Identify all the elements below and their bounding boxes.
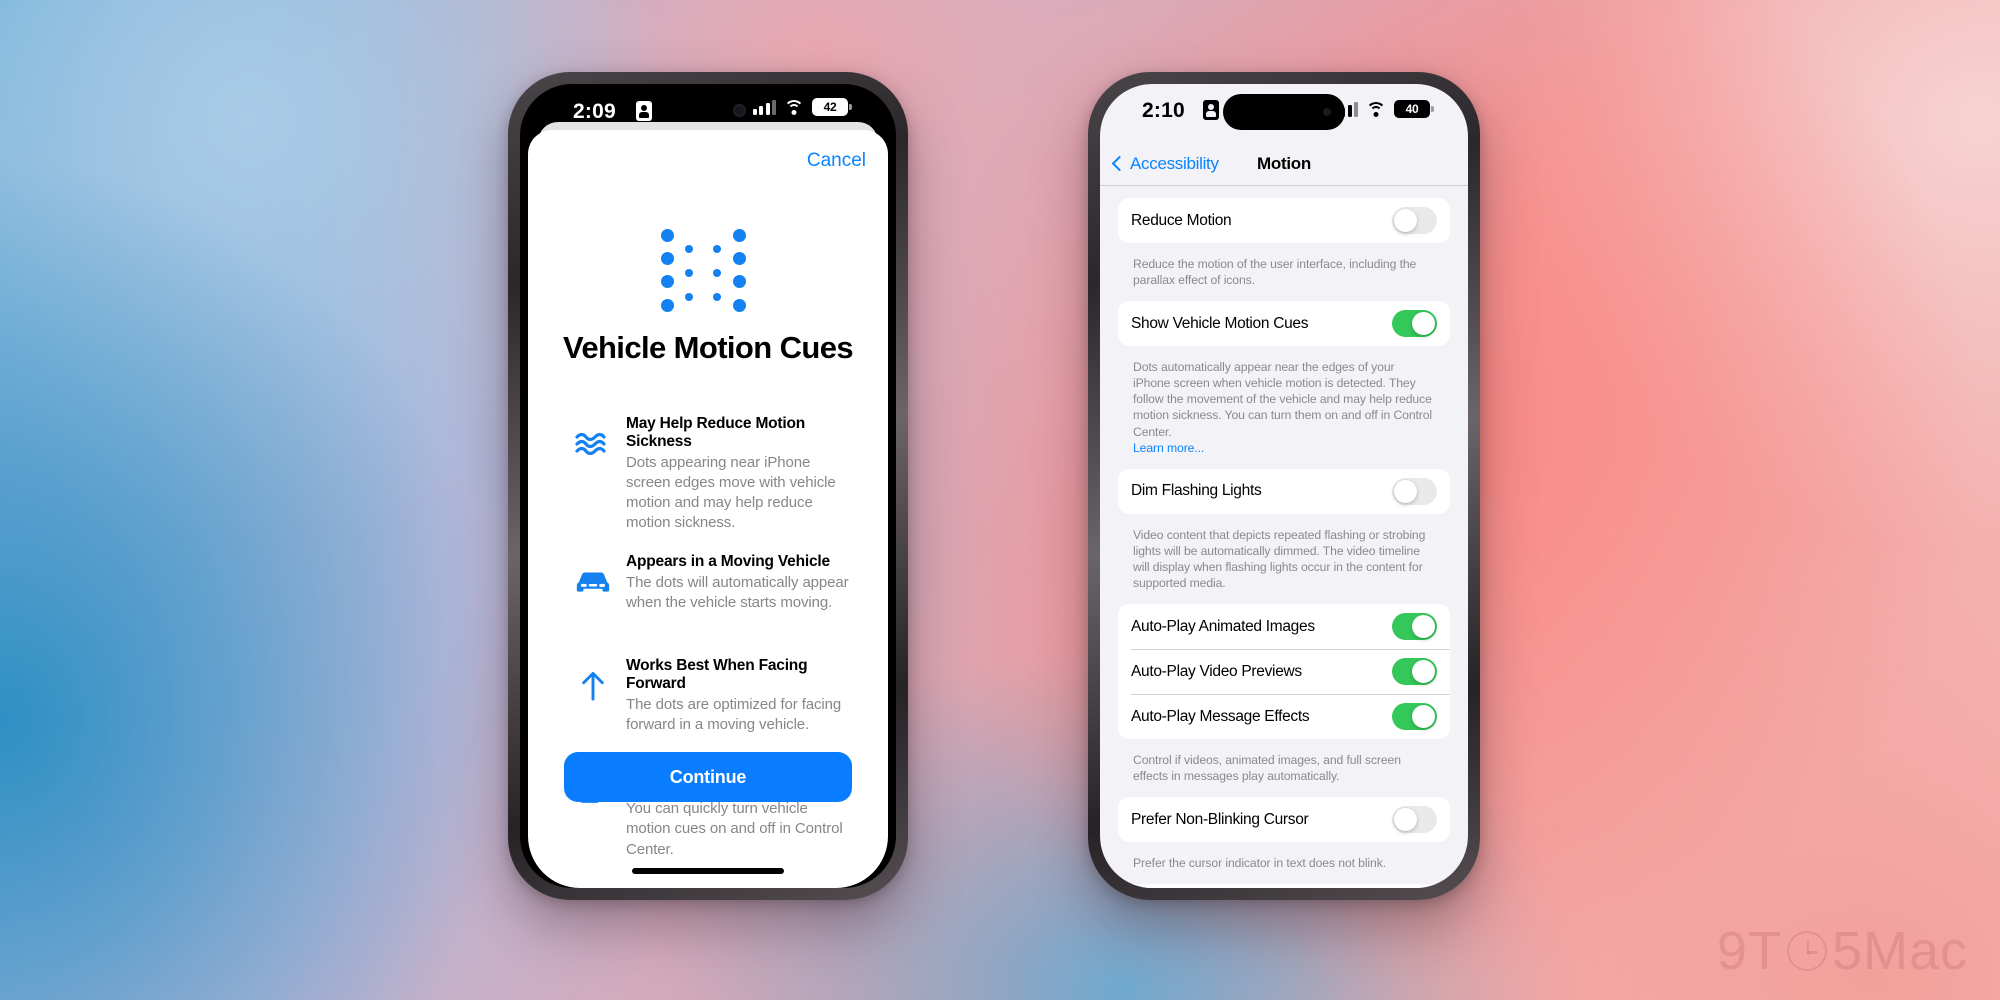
settings-group: Limit Frame Rate xyxy=(1118,884,1450,888)
feature-body: The dots will automatically appear when … xyxy=(626,574,849,612)
settings-footnote: Control if videos, animated images, and … xyxy=(1118,746,1450,797)
settings-row[interactable]: Show Vehicle Motion Cues xyxy=(1118,301,1450,346)
settings-row[interactable]: Dim Flashing Lights xyxy=(1118,469,1450,514)
settings-row[interactable]: Auto-Play Animated Images xyxy=(1118,604,1450,649)
settings-footnote-text: Control if videos, animated images, and … xyxy=(1133,753,1401,784)
watermark-9to5mac: 9T 5Mac xyxy=(1717,920,1968,982)
back-button[interactable]: Accessibility xyxy=(1111,153,1219,174)
feature-body: You can quickly turn vehicle motion cues… xyxy=(626,800,843,858)
settings-footnote-text: Reduce the motion of the user interface,… xyxy=(1133,257,1417,288)
battery-icon: 40 xyxy=(1394,100,1434,118)
toggle-switch[interactable] xyxy=(1392,703,1437,731)
toggle-switch[interactable] xyxy=(1392,806,1437,834)
battery-icon: 42 xyxy=(812,98,852,116)
feature-title: Works Best When Facing Forward xyxy=(626,657,808,693)
toggle-switch[interactable] xyxy=(1392,310,1437,338)
toggle-switch[interactable] xyxy=(1392,477,1437,505)
settings-row[interactable]: Prefer Non-Blinking Cursor xyxy=(1118,797,1450,842)
watermark-prefix: 9T xyxy=(1716,921,1782,981)
iphone-left-device: 2:09 42 Cancel Vehicle Motion Cues May H… xyxy=(508,72,908,900)
car-icon xyxy=(574,563,612,601)
battery-percent-label: 42 xyxy=(823,100,837,114)
settings-footnote: Video content that depicts repeated flas… xyxy=(1118,521,1450,604)
home-indicator[interactable] xyxy=(632,868,784,874)
settings-motion-screen: 2:10 40 Accessibility Motion Reduce Moti… xyxy=(1100,84,1468,888)
settings-list[interactable]: Reduce Motion Reduce the motion of the us… xyxy=(1100,186,1468,888)
waves-icon xyxy=(574,425,612,463)
status-right-cluster: 40 xyxy=(1334,100,1434,118)
feature-item-facing-forward: Works Best When Facing Forward The dots … xyxy=(574,657,854,741)
wifi-icon xyxy=(784,99,804,115)
settings-row-label: Dim Flashing Lights xyxy=(1131,482,1262,500)
arrow-up-icon xyxy=(574,667,612,705)
iphone-right-screen: 2:10 40 Accessibility Motion Reduce Moti… xyxy=(1100,84,1468,888)
settings-row-label: Show Vehicle Motion Cues xyxy=(1131,314,1309,332)
feature-body: The dots are optimized for facing forwar… xyxy=(626,696,842,734)
clock-icon xyxy=(1786,931,1827,971)
settings-row-label: Auto-Play Video Previews xyxy=(1131,662,1302,680)
settings-footnote-text: Video content that depicts repeated flas… xyxy=(1133,527,1426,591)
settings-row[interactable]: Auto-Play Message Effects xyxy=(1118,694,1450,739)
settings-group: Auto-Play Animated Images Auto-Play Video… xyxy=(1118,604,1450,740)
status-time: 2:10 xyxy=(1142,99,1185,122)
watermark-suffix: 5Mac xyxy=(1831,921,1968,981)
navigation-bar: Accessibility Motion xyxy=(1100,142,1468,186)
learn-more-link[interactable]: Learn more... xyxy=(1133,441,1204,455)
feature-item-moving-vehicle: Appears in a Moving Vehicle The dots wil… xyxy=(574,553,854,637)
page-title: Vehicle Motion Cues xyxy=(562,330,854,365)
status-time: 2:09 xyxy=(573,100,616,123)
status-right-cluster: 42 xyxy=(752,98,852,116)
cellular-signal-icon xyxy=(1334,101,1358,117)
lock-portrait-orientation-icon xyxy=(636,101,652,121)
cellular-signal-icon xyxy=(752,99,776,115)
front-camera-icon xyxy=(733,104,746,117)
settings-footnote: Prefer the cursor indicator in text does… xyxy=(1118,849,1450,884)
toggle-knob xyxy=(1412,705,1435,729)
toggle-switch[interactable] xyxy=(1392,207,1437,234)
iphone-left-screen: 2:09 42 Cancel Vehicle Motion Cues May H… xyxy=(520,84,896,888)
onboarding-sheet: Cancel Vehicle Motion Cues May Help Redu… xyxy=(528,130,888,888)
back-button-label: Accessibility xyxy=(1130,153,1219,173)
iphone-right-device: 2:10 40 Accessibility Motion Reduce Moti… xyxy=(1088,72,1480,900)
toggle-knob xyxy=(1412,615,1435,639)
settings-row-label: Reduce Motion xyxy=(1131,211,1232,229)
settings-row[interactable]: Reduce Motion xyxy=(1118,198,1450,243)
lock-portrait-orientation-icon xyxy=(1203,100,1219,120)
feature-title: Appears in a Moving Vehicle xyxy=(626,553,830,571)
settings-group: Reduce Motion xyxy=(1118,198,1450,243)
settings-group: Show Vehicle Motion Cues xyxy=(1118,301,1450,347)
settings-row-label: Auto-Play Message Effects xyxy=(1131,707,1310,725)
wifi-icon xyxy=(1366,101,1386,117)
cancel-button[interactable]: Cancel xyxy=(807,150,866,172)
settings-footnote: Dots automatically appear near the edges… xyxy=(1118,353,1450,469)
toggle-knob xyxy=(1412,312,1435,336)
settings-group: Prefer Non-Blinking Cursor xyxy=(1118,797,1450,843)
vehicle-motion-cues-dots-icon xyxy=(653,225,763,317)
status-bar-right: 2:10 40 xyxy=(1100,84,1468,142)
feature-item-motion-sickness: May Help Reduce Motion Sickness Dots app… xyxy=(574,415,854,533)
feature-title: May Help Reduce Motion Sickness xyxy=(626,415,806,450)
wallpaper-backdrop: 2:09 42 Cancel Vehicle Motion Cues May H… xyxy=(0,0,2000,1000)
settings-footnote-text: Dots automatically appear near the edges… xyxy=(1133,360,1433,439)
settings-row[interactable]: Auto-Play Video Previews xyxy=(1118,649,1450,694)
battery-percent-label: 40 xyxy=(1405,102,1419,116)
feature-body: Dots appearing near iPhone screen edges … xyxy=(626,454,836,532)
toggle-switch[interactable] xyxy=(1392,613,1437,641)
toggle-knob xyxy=(1412,660,1435,684)
toggle-switch[interactable] xyxy=(1392,658,1437,686)
chevron-left-icon xyxy=(1111,155,1128,171)
settings-group: Dim Flashing Lights xyxy=(1118,468,1450,514)
continue-button[interactable]: Continue xyxy=(564,752,852,802)
settings-row-label: Auto-Play Animated Images xyxy=(1131,617,1315,635)
toggle-knob xyxy=(1394,209,1417,232)
settings-footnote: Reduce the motion of the user interface,… xyxy=(1118,250,1450,301)
toggle-knob xyxy=(1394,479,1417,503)
settings-row-label: Prefer Non-Blinking Cursor xyxy=(1131,810,1309,828)
settings-footnote-text: Prefer the cursor indicator in text does… xyxy=(1133,856,1386,871)
settings-row[interactable]: Limit Frame Rate xyxy=(1118,884,1450,888)
toggle-knob xyxy=(1394,808,1417,832)
dynamic-island xyxy=(1223,94,1345,130)
